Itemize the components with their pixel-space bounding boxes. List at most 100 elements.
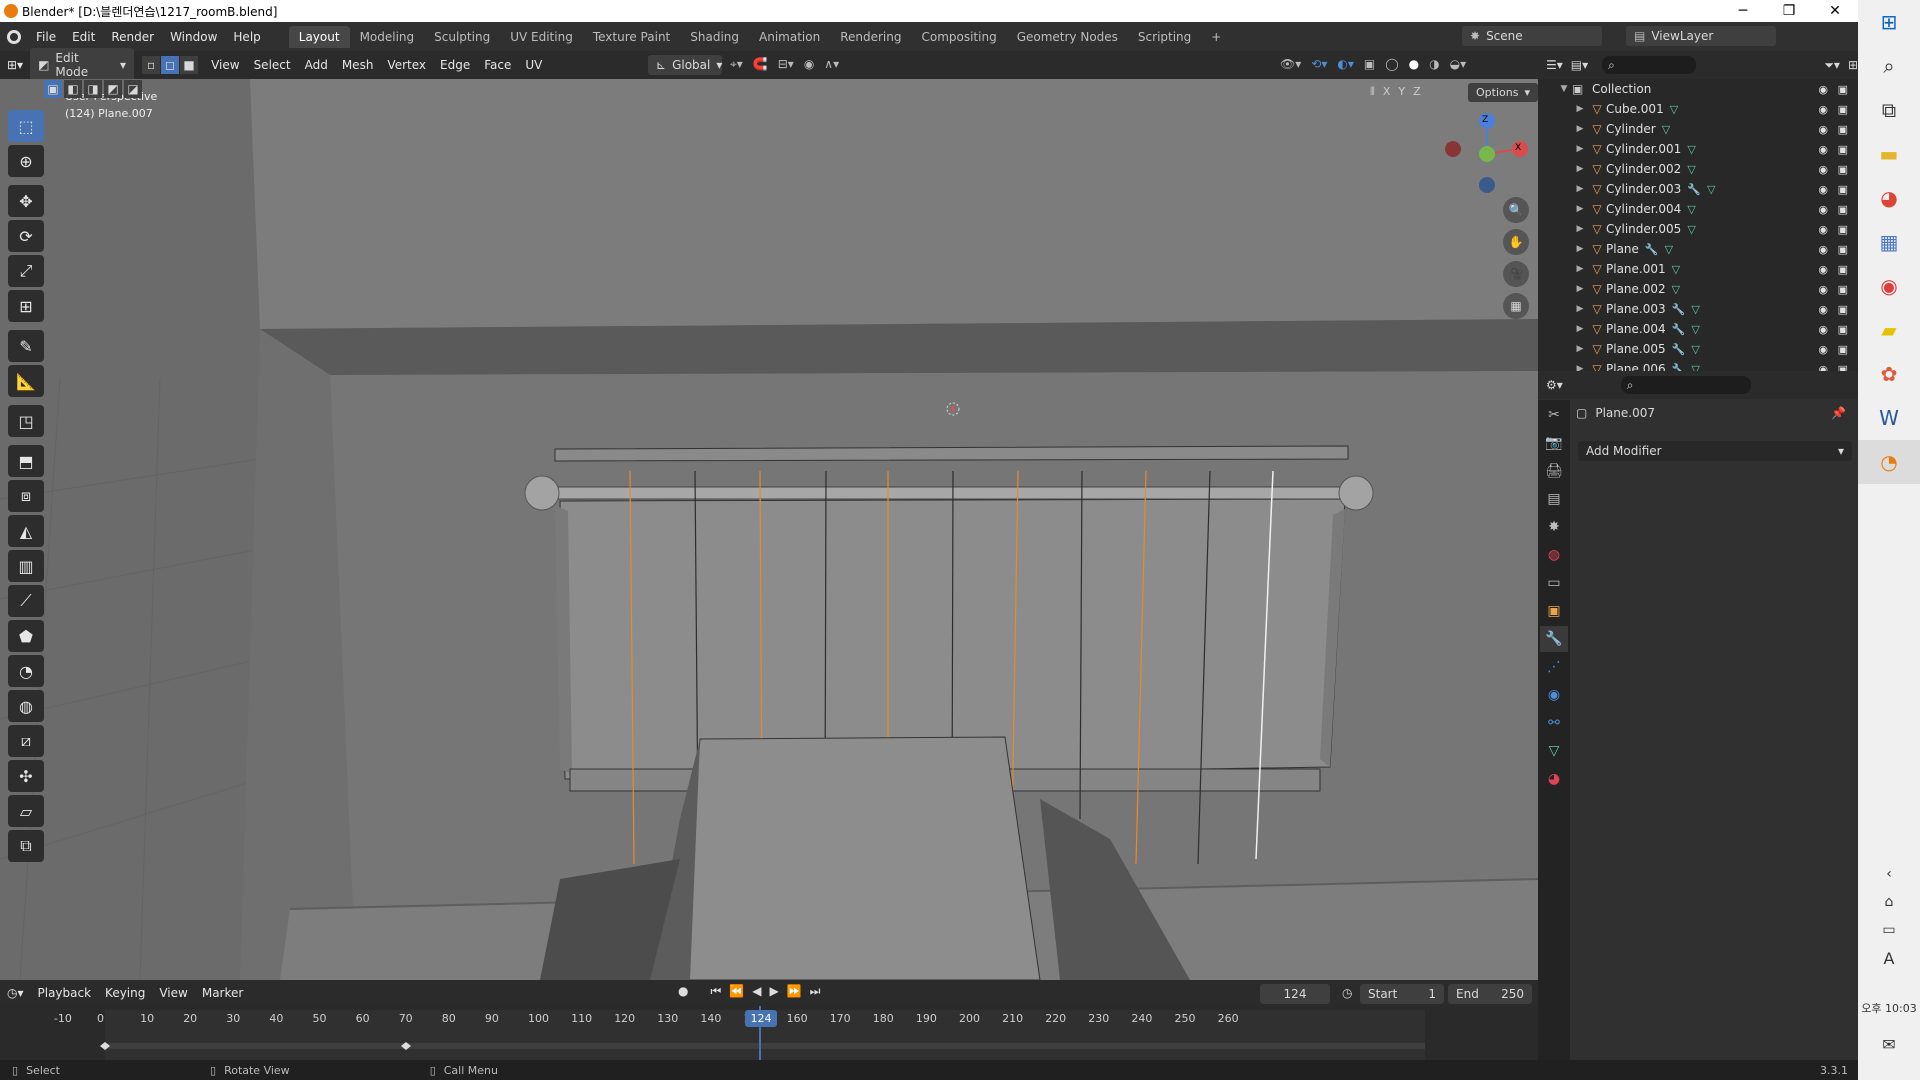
expand-arrow-icon[interactable]: ▶ xyxy=(1572,224,1588,234)
expand-arrow-icon[interactable]: ▶ xyxy=(1572,104,1588,114)
camera-icon[interactable]: 🎥 xyxy=(1503,261,1529,287)
select-invert-icon[interactable]: ◩ xyxy=(104,80,122,98)
modifier-tab-icon[interactable]: 🔧 xyxy=(1540,626,1568,652)
properties-editor-icon[interactable]: ⚙▾ xyxy=(1546,378,1563,392)
restore-button[interactable]: ❐ xyxy=(1766,0,1812,22)
falloff-icon[interactable]: ∧▾ xyxy=(824,57,839,72)
end-frame-field[interactable]: End 250 xyxy=(1448,984,1532,1004)
menu-mesh[interactable]: Mesh xyxy=(335,55,381,75)
timeline-menu-marker[interactable]: Marker xyxy=(195,983,250,1003)
menu-edit[interactable]: Edit xyxy=(64,30,103,44)
eye-icon[interactable]: ◉ xyxy=(1818,123,1828,136)
add-cube-icon[interactable]: ◳ xyxy=(8,405,44,437)
windows-start-icon[interactable]: ⊞ xyxy=(1858,0,1920,44)
grid-view-icon[interactable]: ▦ xyxy=(1503,293,1529,319)
close-button[interactable]: ✕ xyxy=(1812,0,1858,22)
expand-arrow-icon[interactable]: ▶ xyxy=(1572,284,1588,294)
blender-menu-icon[interactable] xyxy=(0,29,28,44)
collection-tab-icon[interactable]: ▭ xyxy=(1540,570,1568,596)
outliner-editor-icon[interactable]: ☰▾ xyxy=(1546,58,1563,72)
outliner-item[interactable]: ▶ ▽ Plane.006 🔧 ▽ ◉ ▣ xyxy=(1538,359,1858,371)
menu-add[interactable]: Add xyxy=(298,55,335,75)
shrink-fatten-icon[interactable]: ✣ xyxy=(8,760,44,792)
eye-icon[interactable]: ◉ xyxy=(1818,243,1828,256)
rip-region-icon[interactable]: ⧉ xyxy=(8,830,44,862)
eye-icon[interactable]: ◉ xyxy=(1818,103,1828,116)
camera-render-icon[interactable]: ▣ xyxy=(1838,263,1848,276)
jump-start-icon[interactable]: ⏮ xyxy=(710,984,721,999)
rendered-shading-icon[interactable]: ◒▾ xyxy=(1450,57,1467,71)
cursor-icon[interactable]: ⊕ xyxy=(8,145,44,177)
file-explorer-icon[interactable]: ▬ xyxy=(1858,132,1920,176)
snap-icon[interactable]: 🧲 xyxy=(753,57,768,72)
timeline-menu-view[interactable]: View xyxy=(152,983,194,1003)
expand-arrow-icon[interactable]: ▼ xyxy=(1556,84,1572,94)
eye-icon[interactable]: ◉ xyxy=(1818,83,1828,96)
tab-uv-editing[interactable]: UV Editing xyxy=(500,26,583,48)
outliner-item[interactable]: ▶ ▽ Cylinder ▽ ◉ ▣ xyxy=(1538,119,1858,139)
gizmo-toggle-icon[interactable]: ⟲▾ xyxy=(1311,57,1327,71)
clock[interactable]: 오후 10:03 xyxy=(1858,990,1920,1026)
tab-scripting[interactable]: Scripting xyxy=(1128,26,1201,48)
eye-icon[interactable]: ◉ xyxy=(1818,183,1828,196)
camera-render-icon[interactable]: ▣ xyxy=(1838,223,1848,236)
task-view-icon[interactable]: ⧉ xyxy=(1858,88,1920,132)
pivot-icon[interactable]: ⌖▾ xyxy=(730,57,743,72)
edge-select-icon[interactable]: ◻ xyxy=(161,56,180,74)
select-extend-icon[interactable]: ◧ xyxy=(64,80,82,98)
zoom-icon[interactable]: 🔍 xyxy=(1503,197,1529,223)
smooth-icon[interactable]: ◍ xyxy=(8,690,44,722)
menu-select[interactable]: Select xyxy=(247,55,298,75)
tool-tab-icon[interactable]: ✂ xyxy=(1540,402,1568,428)
tab-modeling[interactable]: Modeling xyxy=(350,26,425,48)
poly-build-icon[interactable]: ⬟ xyxy=(8,620,44,652)
tab-rendering[interactable]: Rendering xyxy=(830,26,911,48)
minimize-button[interactable]: ─ xyxy=(1720,0,1766,22)
expand-arrow-icon[interactable]: ▶ xyxy=(1572,244,1588,254)
calculator-icon[interactable]: ▦ xyxy=(1858,220,1920,264)
timeline-menu-playback[interactable]: Playback xyxy=(31,983,99,1003)
data-tab-icon[interactable]: ▽ xyxy=(1540,738,1568,764)
chrome-icon[interactable]: ◕ xyxy=(1858,176,1920,220)
eye-icon[interactable]: ◉ xyxy=(1818,343,1828,356)
material-shading-icon[interactable]: ◑ xyxy=(1429,57,1439,71)
snap-target-icon[interactable]: ⊟▾ xyxy=(778,57,794,72)
rotate-icon[interactable]: ⟳ xyxy=(8,220,44,252)
expand-arrow-icon[interactable]: ▶ xyxy=(1572,204,1588,214)
measure-icon[interactable]: 📐 xyxy=(8,365,44,397)
menu-window[interactable]: Window xyxy=(162,30,225,44)
bevel-icon[interactable]: ◭ xyxy=(8,515,44,547)
select-intersect-icon[interactable]: ◪ xyxy=(124,80,142,98)
outliner-item[interactable]: ▶ ▽ Cylinder.001 ▽ ◉ ▣ xyxy=(1538,139,1858,159)
eye-icon[interactable]: ◉ xyxy=(1818,263,1828,276)
playhead-frame[interactable]: 124 xyxy=(745,1010,777,1027)
options-button[interactable]: Options ▾ xyxy=(1468,83,1538,102)
timeline-editor-icon[interactable]: ◷▾ xyxy=(0,983,31,1003)
record-icon[interactable]: ● xyxy=(678,984,688,999)
eye-icon[interactable]: ◉ xyxy=(1818,323,1828,336)
camera-render-icon[interactable]: ▣ xyxy=(1838,163,1848,176)
pan-hand-icon[interactable]: ✋ xyxy=(1503,229,1529,255)
network-icon[interactable]: ⌂ xyxy=(1858,888,1920,916)
visibility-icon[interactable]: 👁▾ xyxy=(1280,57,1301,71)
object-tab-icon[interactable]: ▣ xyxy=(1540,598,1568,624)
material-tab-icon[interactable]: ◕ xyxy=(1540,766,1568,792)
tab-animation[interactable]: Animation xyxy=(749,26,830,48)
outliner-item[interactable]: ▶ ▽ Plane.004 🔧 ▽ ◉ ▣ xyxy=(1538,319,1858,339)
select-subtract-icon[interactable]: ◨ xyxy=(84,80,102,98)
properties-search[interactable]: ⌕ xyxy=(1620,376,1751,394)
monitor-icon[interactable]: ▭ xyxy=(1858,916,1920,944)
eye-icon[interactable]: ◉ xyxy=(1818,223,1828,236)
menu-view[interactable]: View xyxy=(204,55,246,75)
timeline-menu-keying[interactable]: Keying xyxy=(98,983,152,1003)
next-keyframe-icon[interactable]: ⏩ xyxy=(787,984,802,999)
kakaotalk-icon[interactable]: ▰ xyxy=(1858,308,1920,352)
overlay-toggle-icon[interactable]: ◐▾ xyxy=(1337,57,1354,71)
expand-arrow-icon[interactable]: ▶ xyxy=(1572,164,1588,174)
menu-file[interactable]: File xyxy=(28,30,64,44)
collection-row[interactable]: ▼ ▣ Collection ◉ ▣ xyxy=(1538,79,1858,99)
menu-face[interactable]: Face xyxy=(477,55,518,75)
start-frame-field[interactable]: Start 1 xyxy=(1360,984,1444,1004)
tab-compositing[interactable]: Compositing xyxy=(911,26,1006,48)
inset-icon[interactable]: ⧈ xyxy=(8,480,44,512)
